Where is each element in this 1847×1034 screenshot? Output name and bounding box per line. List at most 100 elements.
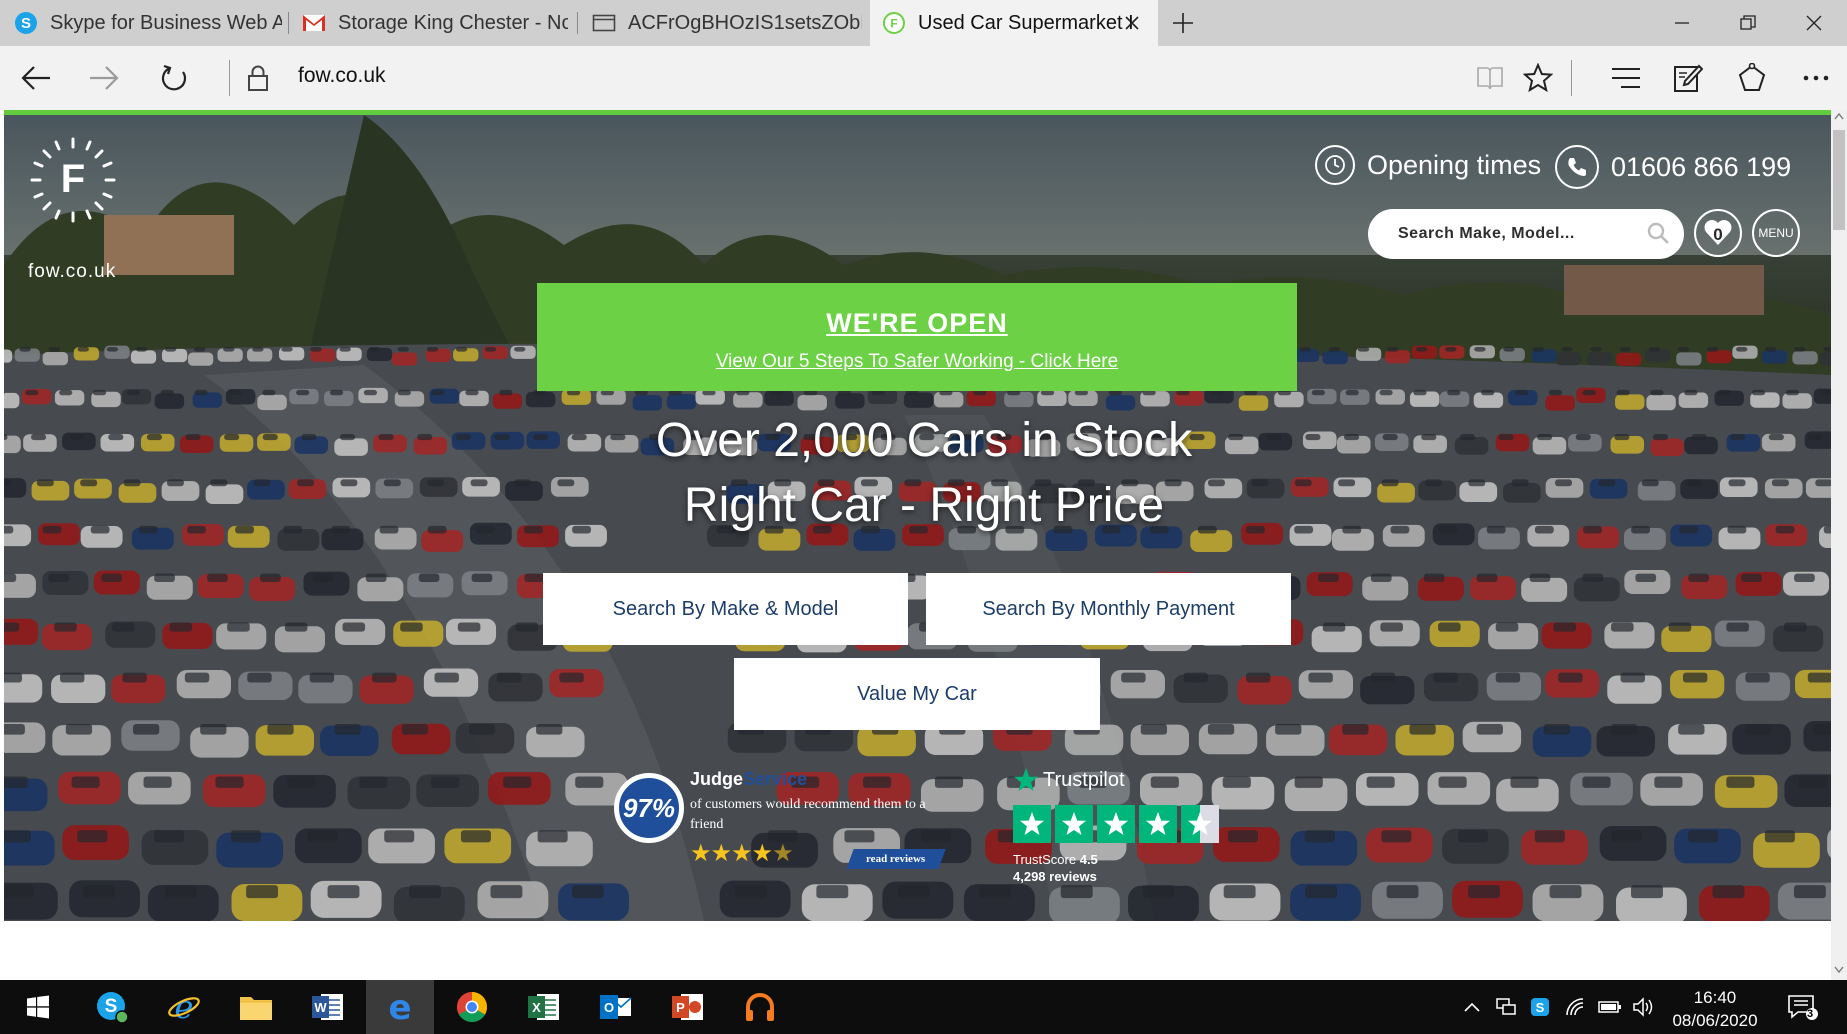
lock-icon[interactable] [234,54,282,102]
page-scrollbar[interactable] [1831,110,1847,980]
search-by-monthly-payment-button[interactable]: Search By Monthly Payment [926,573,1291,645]
trustpilot-star-box [1139,805,1177,843]
banner-title[interactable]: WE'RE OPEN [537,308,1297,339]
phone-link[interactable]: 01606 866 199 [1555,145,1791,189]
tab-document[interactable]: ACFrOgBHOzIS1setsZObN2 [592,0,862,46]
favorite-star-icon[interactable] [1514,54,1562,102]
network-tray-icon[interactable] [1494,995,1518,1019]
toolbar-divider [1571,60,1572,96]
headphones-app-icon[interactable] [726,980,794,1034]
skype-icon[interactable]: S [78,980,146,1034]
tab-fow-active[interactable]: F Used Car Supermarket I [870,0,1158,46]
back-arrow-icon[interactable] [12,54,60,102]
file-explorer-icon[interactable] [222,980,290,1034]
trustpilot-star-icon [1014,768,1038,791]
search-icon[interactable] [1646,221,1670,250]
excel-icon[interactable]: X [510,980,578,1034]
trustscore-text: TrustScore 4.5 4,298 reviews [1013,851,1098,885]
star-icon: ★ [690,840,711,867]
chrome-icon[interactable] [438,980,506,1034]
tab-title: Storage King Chester - Noti [338,11,568,34]
phone-icon [1555,145,1599,189]
trustpilot-star-box [1013,805,1051,843]
address-url[interactable]: fow.co.uk [298,64,386,88]
action-center-icon[interactable]: 3 [1786,995,1820,1020]
fow-logo-mark: F [30,137,116,223]
opening-times-link[interactable]: Opening times [1315,145,1541,185]
svg-text:P: P [676,1000,685,1015]
windows-taskbar: S e W e X O P S 16:40 08/06/2020 3 [0,980,1847,1034]
tab-gmail[interactable]: Storage King Chester - Noti [302,0,568,46]
trustpilot-star-box [1181,805,1219,843]
show-hidden-icons-chevron-icon[interactable] [1460,995,1484,1019]
fow-logo[interactable]: F [28,135,118,225]
wifi-icon[interactable] [1564,995,1588,1019]
safer-working-link[interactable]: View Our 5 Steps To Safer Working - Clic… [537,351,1297,373]
vehicle-search-input[interactable] [1398,225,1628,243]
read-reviews-link[interactable]: read reviews [846,849,946,869]
tab-close-icon[interactable] [1120,11,1144,35]
browser-tab-bar: S Skype for Business Web Ap Storage King… [0,0,1847,46]
tab-title: Skype for Business Web Ap [50,11,282,34]
read-reviews-label: read reviews [866,853,926,865]
tab-separator [577,12,578,34]
headline-price: Right Car - Right Price [683,479,1165,532]
vehicle-search-box[interactable] [1368,209,1684,259]
more-options-icon[interactable] [1792,54,1840,102]
judge-service-widget[interactable]: 97% JudgeService of customers would reco… [614,769,954,879]
powerpoint-icon[interactable]: P [654,980,722,1034]
outlook-icon[interactable]: O [582,980,650,1034]
scroll-down-arrow-icon[interactable] [1834,966,1844,974]
svg-text:S: S [105,996,118,1017]
svg-text:e: e [175,990,194,1024]
judge-service-stars: ★★★★★ [690,839,794,868]
forward-arrow-icon[interactable] [80,54,128,102]
trustpilot-review-count: 4,298 reviews [1013,869,1097,884]
trustpilot-brand: Trustpilot [1013,767,1125,793]
tab-skype[interactable]: S Skype for Business Web Ap [14,0,282,46]
share-icon[interactable] [1728,54,1776,102]
star-icon: ★ [751,840,773,867]
fow-favicon: F [882,11,906,35]
trustscore-value: 4.5 [1079,852,1098,867]
restore-icon[interactable] [1718,0,1778,46]
windows-start-icon[interactable] [4,980,72,1034]
hub-icon[interactable] [1602,54,1650,102]
battery-icon[interactable] [1598,995,1622,1019]
clock-time: 16:40 [1693,988,1737,1007]
taskbar-clock[interactable]: 16:40 08/06/2020 [1660,986,1770,1032]
star-icon: ★ [731,840,752,867]
reading-view-icon[interactable] [1466,54,1514,102]
value-my-car-button[interactable]: Value My Car [734,658,1100,730]
judge-brand-part-b: Service [743,769,808,789]
svg-text:W: W [314,1000,327,1015]
page-icon [592,11,616,35]
logo-text[interactable]: fow.co.uk [28,261,116,283]
new-tab-icon[interactable] [1168,11,1198,35]
we-are-open-banner: WE'RE OPEN View Our 5 Steps To Safer Wor… [537,283,1297,391]
favourites-button[interactable]: 0 [1694,209,1742,257]
search-by-make-model-button[interactable]: Search By Make & Model [543,573,908,645]
tab-separator [288,12,289,34]
menu-button[interactable]: MENU [1752,209,1800,257]
edge-icon[interactable]: e [366,980,434,1034]
scroll-up-arrow-icon[interactable] [1834,112,1844,120]
minimize-icon[interactable] [1652,0,1712,46]
clock-date: 08/06/2020 [1672,1011,1758,1030]
svg-text:e: e [388,990,411,1024]
word-icon[interactable]: W [294,980,362,1034]
half-star-icon: ★ [772,840,793,867]
web-note-icon[interactable] [1664,54,1712,102]
judge-service-brand: JudgeService [690,769,807,790]
volume-icon[interactable] [1632,995,1656,1019]
skype-tray-icon[interactable]: S [1528,995,1552,1019]
svg-text:S: S [1536,1000,1545,1015]
svg-text:O: O [604,1000,614,1015]
gmail-icon [302,11,326,35]
hero-section: F fow.co.uk Opening times 01606 866 199 … [4,115,1831,921]
scrollbar-thumb[interactable] [1833,130,1845,230]
internet-explorer-icon[interactable]: e [150,980,218,1034]
refresh-icon[interactable] [150,54,198,102]
favourites-count: 0 [1713,225,1723,244]
close-window-icon[interactable] [1784,0,1844,46]
